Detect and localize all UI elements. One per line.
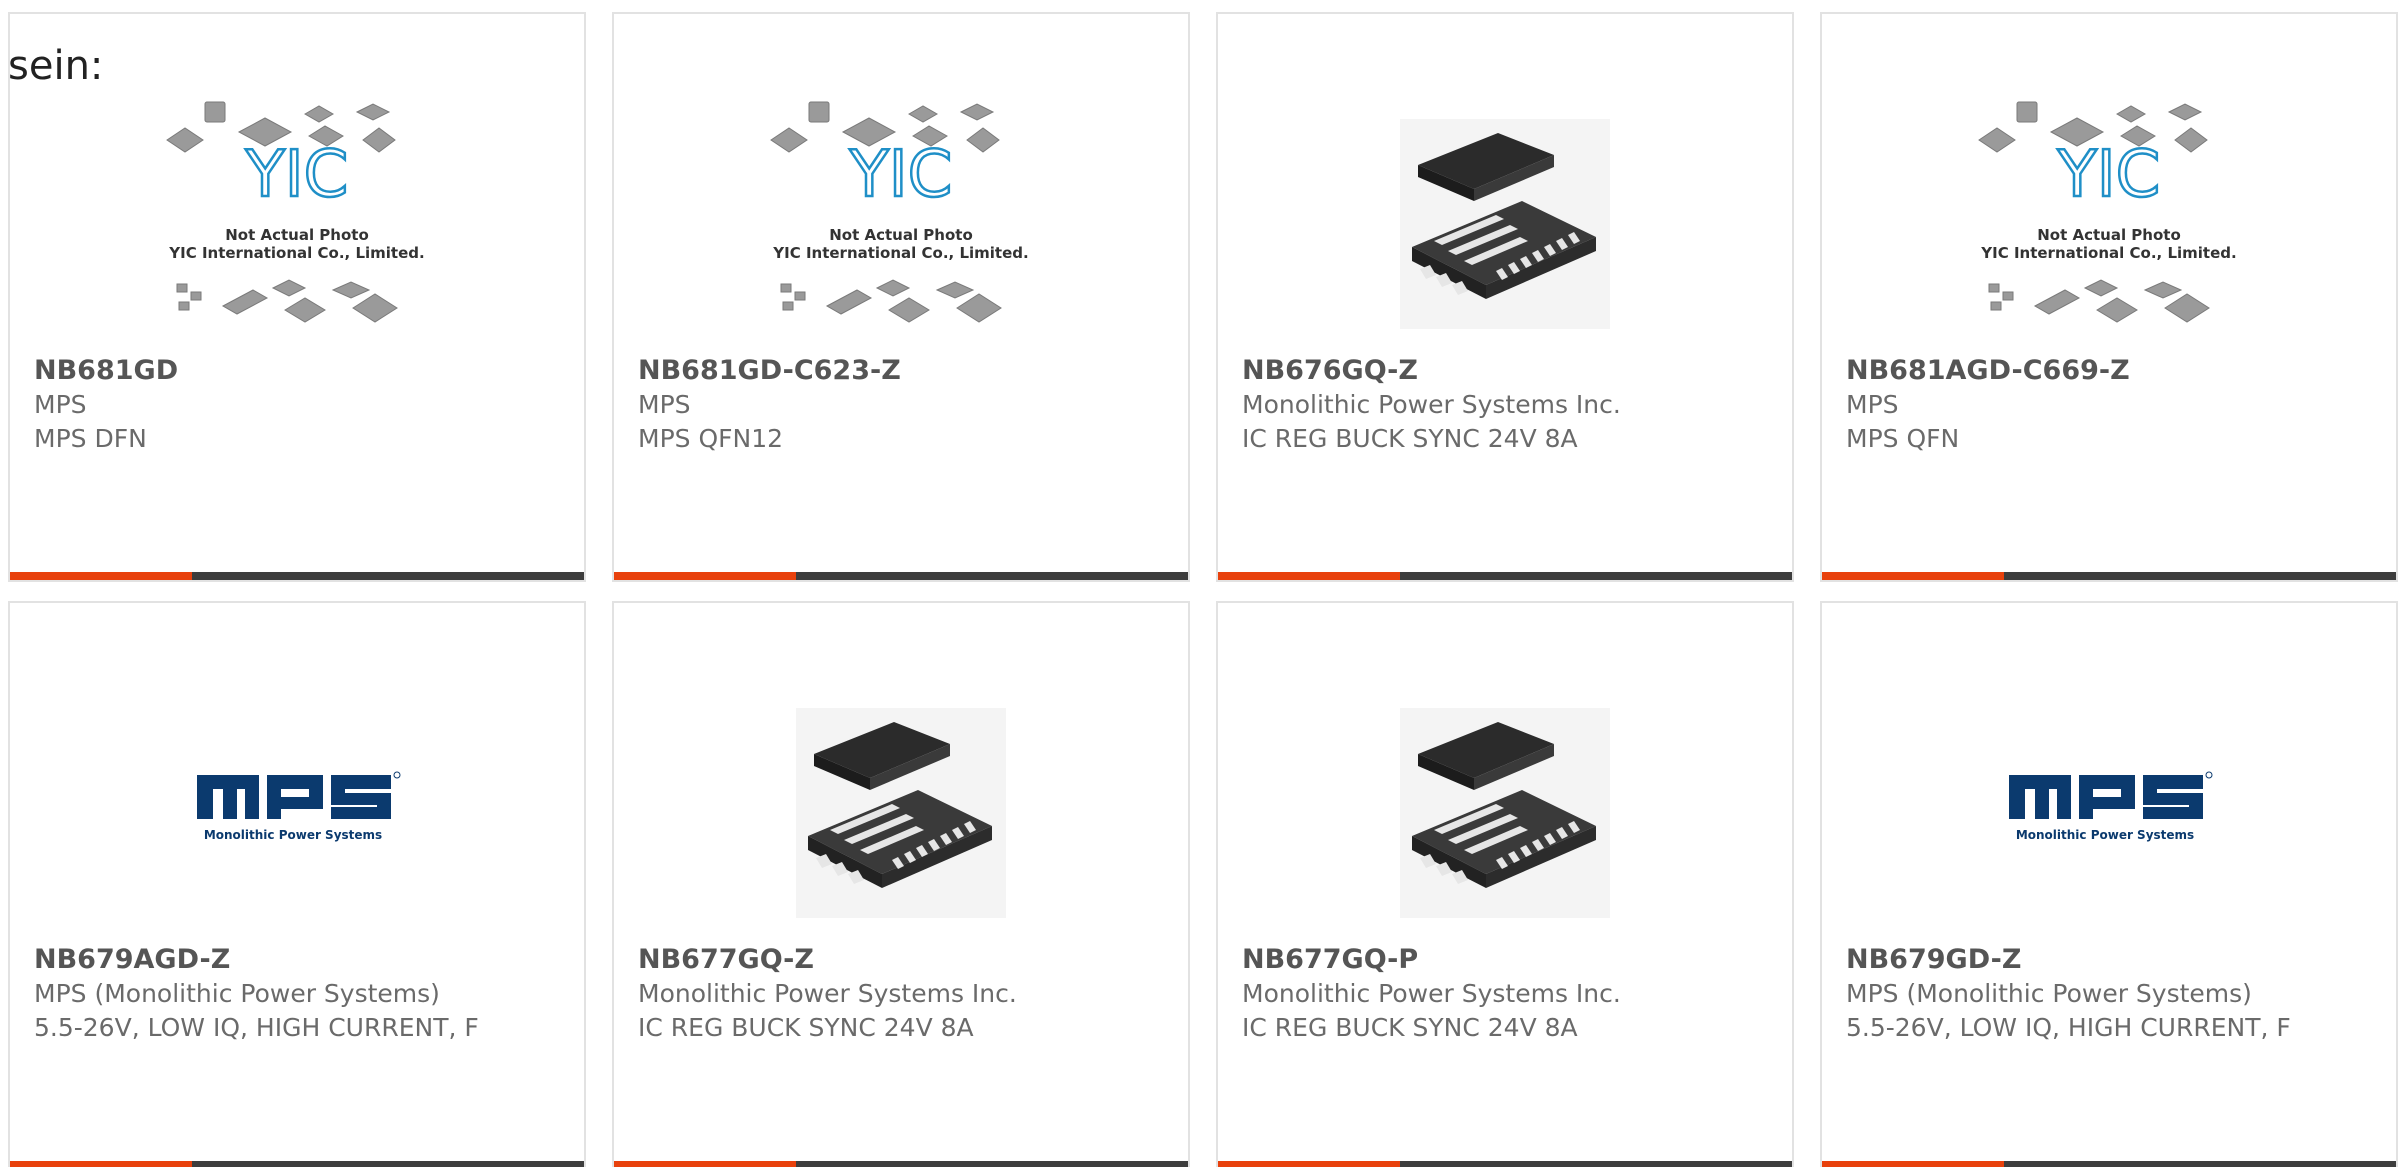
placeholder-line1: Not Actual Photo <box>225 226 369 244</box>
product-info: NB681AGD-C669-Z MPS MPS QFN <box>1846 354 2380 456</box>
product-card[interactable]: Monolithic Power Systems NB679GD-Z MPS (… <box>1820 601 2398 1167</box>
yic-logo-icon: YIC <box>245 138 349 212</box>
placeholder-line1: Not Actual Photo <box>829 226 973 244</box>
placeholder-line1: Not Actual Photo <box>2037 226 2181 244</box>
card-accent-bar <box>10 1161 192 1167</box>
manufacturer: MPS <box>1846 390 1899 419</box>
card-accent-bar <box>1218 572 1400 580</box>
manufacturer: MPS (Monolithic Power Systems) <box>1846 979 2252 1008</box>
card-accent-bar <box>10 572 192 580</box>
product-image-mps-logo: Monolithic Power Systems <box>10 663 584 963</box>
placeholder-line2: YIC International Co., Limited. <box>772 244 1028 262</box>
part-number[interactable]: NB681GD <box>34 354 568 388</box>
product-image-qfn-chip <box>1218 74 1792 374</box>
description: MPS QFN <box>1846 424 1960 453</box>
part-number[interactable]: NB679AGD-Z <box>34 943 568 977</box>
product-card[interactable]: YIC Not Actual Photo YIC International C… <box>612 12 1190 582</box>
part-number[interactable]: NB677GQ-P <box>1242 943 1776 977</box>
product-info: NB677GQ-P Monolithic Power Systems Inc. … <box>1242 943 1776 1045</box>
qfn-chip-icon <box>1400 708 1610 918</box>
card-bottom-bar <box>614 1161 1188 1167</box>
product-card[interactable]: NB677GQ-P Monolithic Power Systems Inc. … <box>1216 601 1794 1167</box>
card-bottom-bar <box>1822 572 2396 580</box>
part-number[interactable]: NB677GQ-Z <box>638 943 1172 977</box>
manufacturer: MPS (Monolithic Power Systems) <box>34 979 440 1008</box>
product-card[interactable]: Monolithic Power Systems NB679AGD-Z MPS … <box>8 601 586 1167</box>
product-image-mps-logo: Monolithic Power Systems <box>1822 663 2396 963</box>
card-accent-bar <box>614 1161 796 1167</box>
description: MPS DFN <box>34 424 147 453</box>
part-number[interactable]: NB679GD-Z <box>1846 943 2380 977</box>
card-accent-bar <box>1218 1161 1400 1167</box>
yic-logo-icon: YIC <box>849 138 953 212</box>
product-image-yic-placeholder: YIC Not Actual Photo YIC International C… <box>1822 74 2396 374</box>
manufacturer: Monolithic Power Systems Inc. <box>1242 979 1621 1008</box>
product-info: NB679GD-Z MPS (Monolithic Power Systems)… <box>1846 943 2380 1045</box>
yic-logo-icon: YIC <box>2057 138 2161 212</box>
manufacturer: MPS <box>638 390 691 419</box>
description: 5.5-26V, LOW IQ, HIGH CURRENT, F <box>1846 1013 2291 1042</box>
product-card[interactable]: YIC Not Actual Photo YIC International C… <box>8 12 586 582</box>
mps-logo-icon: Monolithic Power Systems <box>2009 771 2213 842</box>
product-info: NB677GQ-Z Monolithic Power Systems Inc. … <box>638 943 1172 1045</box>
card-bottom-bar <box>1822 1161 2396 1167</box>
qfn-chip-icon <box>1400 119 1610 329</box>
manufacturer: Monolithic Power Systems Inc. <box>638 979 1017 1008</box>
product-info: NB681GD-C623-Z MPS MPS QFN12 <box>638 354 1172 456</box>
mps-logo-tagline: Monolithic Power Systems <box>204 828 382 842</box>
manufacturer: Monolithic Power Systems Inc. <box>1242 390 1621 419</box>
intro-text: sein: <box>8 43 104 89</box>
mps-logo-icon: Monolithic Power Systems <box>197 771 401 842</box>
part-number[interactable]: NB681GD-C623-Z <box>638 354 1172 388</box>
card-accent-bar <box>1822 1161 2004 1167</box>
qfn-chip-icon <box>796 708 1006 918</box>
part-number[interactable]: NB681AGD-C669-Z <box>1846 354 2380 388</box>
card-bottom-bar <box>1218 1161 1792 1167</box>
product-grid-page: sein: YIC Not Actual Photo YIC Internati… <box>0 0 2400 1167</box>
card-bottom-bar <box>10 1161 584 1167</box>
product-info: NB679AGD-Z MPS (Monolithic Power Systems… <box>34 943 568 1045</box>
card-accent-bar <box>1822 572 2004 580</box>
product-image-qfn-chip <box>1218 663 1792 963</box>
product-card[interactable]: NB677GQ-Z Monolithic Power Systems Inc. … <box>612 601 1190 1167</box>
mps-logo-tagline: Monolithic Power Systems <box>2016 828 2194 842</box>
product-info: NB681GD MPS MPS DFN <box>34 354 568 456</box>
placeholder-line2: YIC International Co., Limited. <box>168 244 424 262</box>
product-card[interactable]: NB676GQ-Z Monolithic Power Systems Inc. … <box>1216 12 1794 582</box>
product-image-qfn-chip <box>614 663 1188 963</box>
card-bottom-bar <box>614 572 1188 580</box>
manufacturer: MPS <box>34 390 87 419</box>
product-info: NB676GQ-Z Monolithic Power Systems Inc. … <box>1242 354 1776 456</box>
description: IC REG BUCK SYNC 24V 8A <box>1242 424 1578 453</box>
card-bottom-bar <box>10 572 584 580</box>
part-number[interactable]: NB676GQ-Z <box>1242 354 1776 388</box>
placeholder-line2: YIC International Co., Limited. <box>1980 244 2236 262</box>
card-bottom-bar <box>1218 572 1792 580</box>
product-image-yic-placeholder: YIC Not Actual Photo YIC International C… <box>614 74 1188 374</box>
description: MPS QFN12 <box>638 424 784 453</box>
description: IC REG BUCK SYNC 24V 8A <box>1242 1013 1578 1042</box>
description: 5.5-26V, LOW IQ, HIGH CURRENT, F <box>34 1013 479 1042</box>
description: IC REG BUCK SYNC 24V 8A <box>638 1013 974 1042</box>
product-card[interactable]: YIC Not Actual Photo YIC International C… <box>1820 12 2398 582</box>
card-accent-bar <box>614 572 796 580</box>
product-image-yic-placeholder: YIC Not Actual Photo YIC International C… <box>10 74 584 374</box>
